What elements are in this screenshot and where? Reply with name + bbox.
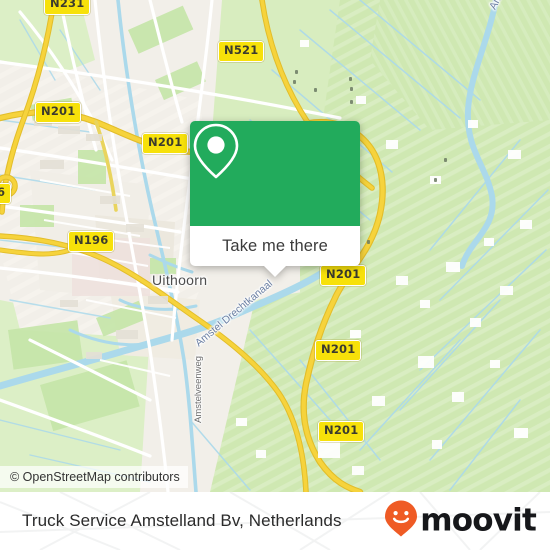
moovit-map-screenshot: Uithoorn Amstel Amstel Drechtkanaal Amst…: [0, 0, 550, 550]
map-poi-dot: [434, 178, 437, 182]
map-label-amstelveenweg: Amstelveenweg: [193, 355, 204, 423]
map-poi-dot: [293, 80, 296, 84]
location-title: Truck Service Amstelland Bv, Netherlands: [22, 511, 342, 530]
popup-tail-arrow: [263, 265, 287, 277]
map-poi-dot: [350, 100, 353, 104]
map-poi-dot: [295, 70, 298, 74]
moovit-wordmark: moovit: [420, 502, 537, 539]
map-poi-dot: [314, 88, 317, 92]
map-poi-dot: [350, 87, 353, 91]
road-shield-n196[interactable]: N196: [68, 231, 115, 252]
moovit-logo[interactable]: moovit: [384, 500, 537, 543]
road-shield-n521[interactable]: N521: [218, 41, 265, 62]
destination-popup[interactable]: Take me there: [190, 121, 360, 277]
map-poi-dot: [349, 77, 352, 81]
road-shield-n201-n[interactable]: N201: [142, 133, 189, 154]
osm-attribution[interactable]: © OpenStreetMap contributors: [0, 466, 188, 489]
road-shield-n231[interactable]: N231: [44, 0, 91, 15]
take-me-there-button[interactable]: Take me there: [222, 237, 328, 256]
popup-pin-area: [190, 121, 360, 226]
map-label-uithoorn: Uithoorn: [152, 272, 208, 288]
road-shield-n201-e2[interactable]: N201: [315, 340, 362, 361]
map-canvas[interactable]: Uithoorn Amstel Amstel Drechtkanaal Amst…: [0, 0, 550, 492]
popup-action-bar[interactable]: Take me there: [190, 226, 360, 277]
road-shield-n201-nw[interactable]: N201: [35, 102, 82, 123]
moovit-pin-icon: [384, 500, 418, 543]
road-shield-a6-clipped[interactable]: 6: [0, 183, 12, 204]
road-shield-n201-e1[interactable]: N201: [320, 265, 367, 286]
map-poi-dot: [367, 240, 370, 244]
road-shield-n201-e3[interactable]: N201: [318, 421, 365, 442]
map-poi-dot: [444, 158, 447, 162]
footer-bar: Truck Service Amstelland Bv, Netherlands…: [0, 492, 550, 550]
